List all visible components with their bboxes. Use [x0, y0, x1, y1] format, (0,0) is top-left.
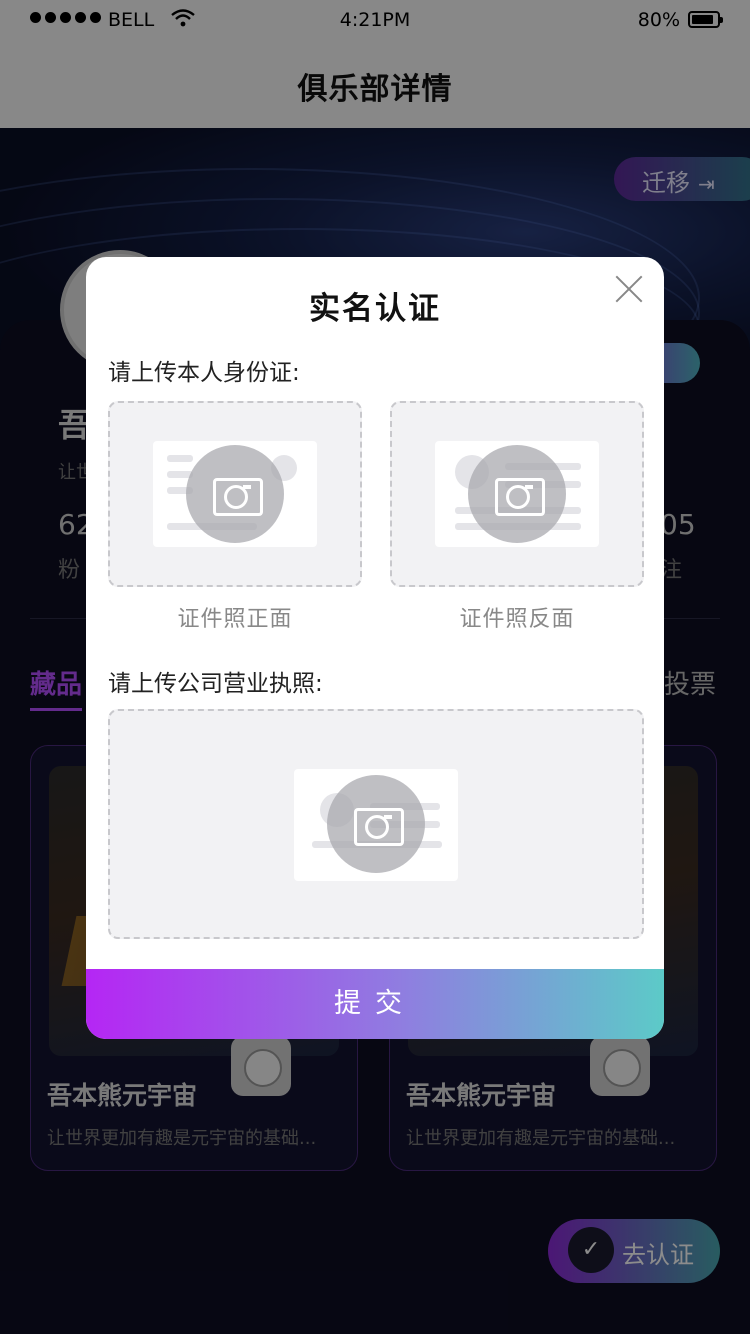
- camera-icon: [186, 445, 284, 543]
- verification-modal: 实名认证 请上传本人身份证: 证件照正面 证件照反面 请上传公司营业执照: 提交: [86, 257, 664, 1039]
- camera-icon: [327, 775, 425, 873]
- license-upload-label: 请上传公司营业执照:: [108, 671, 323, 697]
- id-upload-label: 请上传本人身份证:: [108, 360, 300, 386]
- submit-button[interactable]: 提交: [86, 969, 664, 1039]
- id-front-upload[interactable]: [108, 401, 362, 587]
- modal-title: 实名认证: [309, 291, 441, 327]
- camera-icon: [468, 445, 566, 543]
- close-icon[interactable]: [614, 274, 644, 304]
- id-back-upload[interactable]: [390, 401, 644, 587]
- id-back-caption: 证件照反面: [459, 607, 575, 632]
- id-front-caption: 证件照正面: [177, 607, 293, 632]
- license-upload[interactable]: [108, 709, 644, 939]
